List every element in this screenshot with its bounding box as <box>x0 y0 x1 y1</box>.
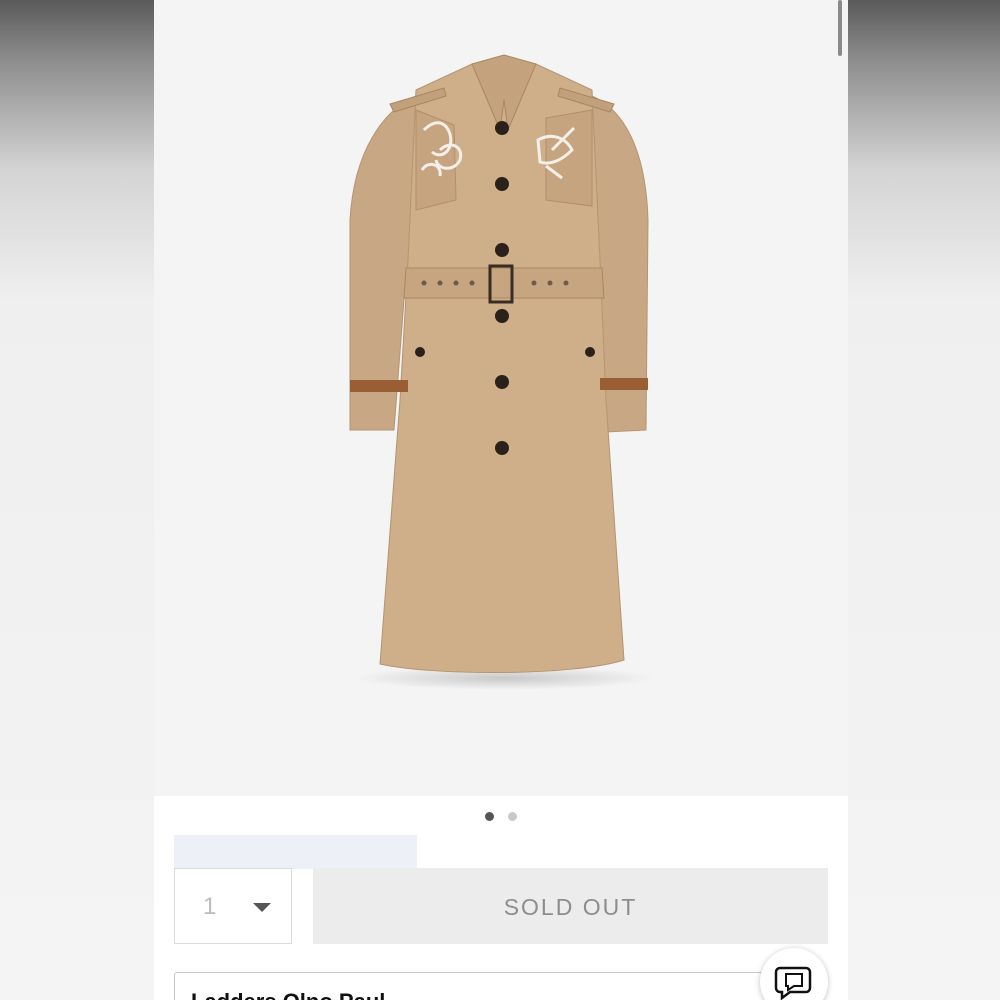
chevron-down-icon <box>253 903 271 912</box>
chat-button[interactable] <box>760 948 828 1000</box>
trench-coat-image <box>349 54 654 690</box>
quantity-value: 1 <box>203 893 217 920</box>
gallery-dot-2[interactable] <box>508 812 518 821</box>
store-pickup-label: Ladders Olno Paul <box>191 989 385 1000</box>
quantity-select[interactable]: 1 <box>174 868 292 944</box>
product-image-gallery[interactable] <box>154 0 848 796</box>
gallery-pagination[interactable] <box>154 808 848 821</box>
sold-out-button[interactable]: SOLD OUT <box>313 868 828 944</box>
scrollbar[interactable] <box>838 0 842 56</box>
product-page: 1 SOLD OUT Ladders Olno Paul <box>154 0 848 1000</box>
chat-bubble-icon <box>774 966 812 1000</box>
store-pickup-field[interactable]: Ladders Olno Paul <box>174 972 814 1000</box>
promo-banner-placeholder <box>174 835 417 869</box>
gallery-dot-1[interactable] <box>484 812 494 821</box>
